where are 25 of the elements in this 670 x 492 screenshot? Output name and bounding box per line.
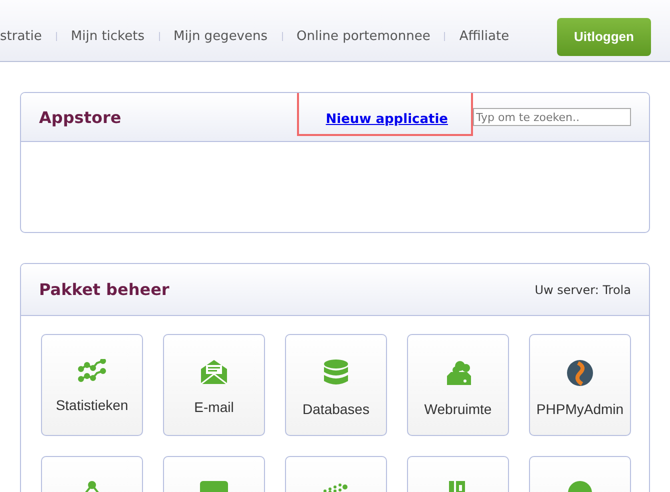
server-label: Uw server: Trola [534,282,631,296]
nav-link[interactable]: stratie [0,29,42,44]
tile[interactable]: PHPMyAdmin [529,334,631,436]
tile-label: Statistieken [56,397,128,413]
tile[interactable]: Statistieken [41,334,143,436]
envelope-icon [200,359,228,385]
tile-label: E-mail [194,399,234,415]
database-icon [323,359,349,387]
tile-label: PHPMyAdmin [536,401,624,417]
tile[interactable]: Databases [285,334,387,436]
tile-label: Databases [302,401,370,417]
panel-title: Appstore [39,108,122,126]
new-application-link[interactable]: Nieuw applicatie [326,112,448,126]
nav-link[interactable]: Online portemonnee [296,29,430,44]
search-field[interactable]: Typ om te zoeken.. [473,108,631,126]
panel-title: Pakket beheer [39,280,170,299]
nav-link[interactable]: Mijn tickets [70,29,144,44]
nav-link[interactable]: Mijn gegevens [174,29,268,44]
line-chart-icon [78,359,106,383]
tile[interactable]: Webruimte [407,334,509,436]
php-icon [200,481,228,492]
tile-label: Webruimte [424,401,492,417]
nav-link[interactable]: Affiliate [459,29,510,44]
globe-logo-icon [566,359,594,387]
tile[interactable]: E-mail [163,334,265,436]
